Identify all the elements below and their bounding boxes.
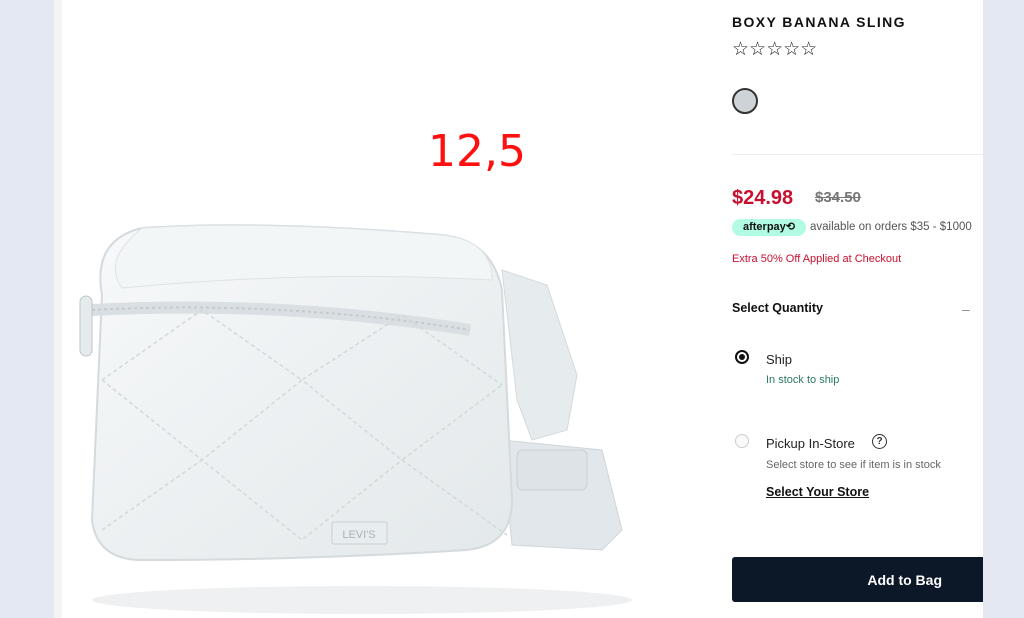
rating-stars[interactable]: ☆☆☆☆☆ [732,38,817,61]
collapse-icon[interactable]: – [962,301,970,317]
ship-stock-status: In stock to ship [766,374,840,386]
pickup-label[interactable]: Pickup In-Store [766,436,855,451]
section-divider [732,154,983,155]
left-gutter [54,0,62,618]
afterpay-badge[interactable]: afterpay⟲ [732,219,806,236]
afterpay-info: available on orders $35 - $1000 [810,221,972,233]
add-to-bag-button[interactable]: Add to Bag [732,557,983,602]
original-price: $34.50 [815,189,861,206]
quantity-label: Select Quantity [732,301,823,315]
help-icon[interactable]: ? [872,434,887,449]
pickup-radio[interactable] [735,434,749,448]
select-store-link[interactable]: Select Your Store [766,485,869,499]
pickup-note: Select store to see if item is in stock [766,459,941,471]
sale-price: $24.98 [732,187,794,209]
overlay-number: 12,5 [428,126,526,177]
color-swatch-fill [736,92,754,110]
ship-label[interactable]: Ship [766,352,792,367]
product-image[interactable]: LEVI'S 12,5 [62,0,645,618]
ship-radio[interactable] [735,350,749,364]
promo-message: Extra 50% Off Applied at Checkout [732,253,902,265]
product-title: BOXY BANANA SLING [732,14,906,30]
bag-illustration: LEVI'S [79,224,632,614]
color-swatch-selected[interactable] [732,88,758,114]
brand-logo: LEVI'S [342,529,375,541]
